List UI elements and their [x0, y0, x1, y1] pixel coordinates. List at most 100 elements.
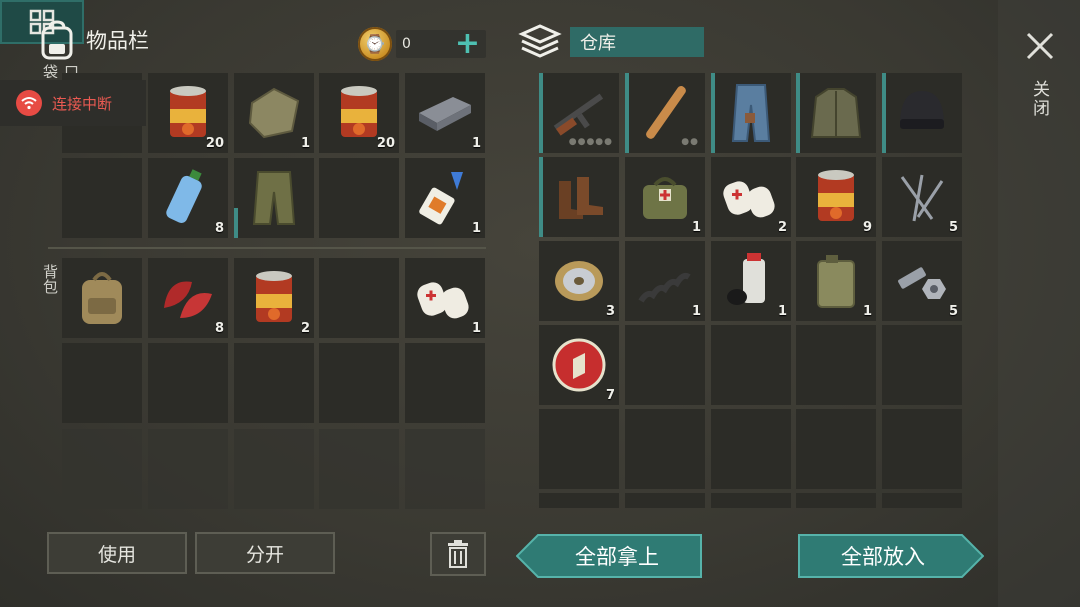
- backpack-slot[interactable]: 1: [405, 258, 485, 338]
- backpack-slot-locked[interactable]: [148, 429, 228, 509]
- warehouse-slot[interactable]: [796, 73, 876, 153]
- backpack-slot[interactable]: [62, 343, 142, 423]
- backpack-slot-locked[interactable]: [62, 429, 142, 509]
- durability-bar: [625, 73, 629, 153]
- split-button[interactable]: 分开: [195, 532, 335, 574]
- bandage-icon: [723, 181, 775, 218]
- glue-icon: [419, 172, 463, 225]
- item-count: 1: [862, 304, 872, 319]
- canned-food-icon: [818, 170, 854, 221]
- warehouse-slot[interactable]: ●●●●●: [539, 73, 619, 153]
- pocket-slot[interactable]: 8: [148, 158, 228, 238]
- warehouse-slot[interactable]: [539, 157, 619, 237]
- coin-count: 0: [402, 36, 411, 52]
- warehouse-slot[interactable]: [625, 493, 705, 508]
- backpack-slot[interactable]: [405, 343, 485, 423]
- pocket-slot[interactable]: 1: [234, 73, 314, 153]
- backpack-icon: [41, 20, 73, 60]
- boots-icon: [559, 177, 603, 219]
- backpack-slot[interactable]: [234, 343, 314, 423]
- pocket-slot[interactable]: [234, 158, 314, 238]
- warehouse-slot[interactable]: 2: [711, 157, 791, 237]
- put-all-button[interactable]: 全部放入: [798, 534, 984, 578]
- warehouse-slot[interactable]: 5: [882, 157, 962, 237]
- take-all-button[interactable]: 全部拿上: [516, 534, 702, 578]
- pocket-slot[interactable]: 1: [405, 158, 485, 238]
- connection-status-text: 连接中断: [52, 94, 113, 113]
- backpack-slot-locked[interactable]: [319, 429, 399, 509]
- pocket-slot[interactable]: 20: [148, 73, 228, 153]
- canned-food-icon: [170, 86, 206, 137]
- durability-bar: [234, 208, 238, 238]
- warehouse-slot[interactable]: 1: [796, 241, 876, 321]
- backpack-slot[interactable]: [148, 343, 228, 423]
- item-count: 2: [777, 220, 787, 235]
- item-count: 5: [948, 220, 958, 235]
- close-label[interactable]: 关闭: [1029, 80, 1052, 118]
- trash-button[interactable]: [430, 532, 486, 576]
- jerrycan-icon: [817, 255, 855, 308]
- warehouse-slot[interactable]: ●●: [625, 73, 705, 153]
- backpack-slot[interactable]: 8: [148, 258, 228, 338]
- warehouse-slot[interactable]: 9: [796, 157, 876, 237]
- warehouse-slot[interactable]: [539, 409, 619, 489]
- use-button[interactable]: 使用: [47, 532, 187, 574]
- warehouse-slot[interactable]: [882, 325, 962, 405]
- pocket-slot[interactable]: 1: [405, 73, 485, 153]
- warehouse-slot[interactable]: [796, 493, 876, 508]
- warehouse-slot[interactable]: 1: [625, 157, 705, 237]
- warehouse-slot[interactable]: 1: [711, 241, 791, 321]
- item-count: 2: [300, 321, 310, 336]
- pocket-slot[interactable]: [319, 158, 399, 238]
- item-count: 1: [471, 321, 481, 336]
- item-count: 7: [605, 388, 615, 403]
- pocket-slot[interactable]: 20: [319, 73, 399, 153]
- item-count: 8: [214, 321, 224, 336]
- put-all-label: 全部放入: [841, 545, 925, 569]
- backpack-slot-locked[interactable]: [405, 429, 485, 509]
- connection-status: 连接中断: [0, 80, 146, 126]
- backpack-slot[interactable]: 2: [234, 258, 314, 338]
- warehouse-slot[interactable]: [711, 493, 791, 508]
- inventory-header: 物品栏: [38, 20, 149, 60]
- warehouse-slot[interactable]: [882, 493, 962, 508]
- trash-icon: [448, 540, 468, 568]
- warehouse-slot[interactable]: [625, 325, 705, 405]
- add-coins-button[interactable]: +: [455, 29, 480, 59]
- warehouse-slot[interactable]: [882, 73, 962, 153]
- warehouse-header: 仓库: [518, 22, 704, 62]
- bottle-cap-icon: [552, 338, 606, 392]
- warehouse-slot[interactable]: 1: [625, 241, 705, 321]
- warehouse-slot[interactable]: [711, 325, 791, 405]
- warehouse-slot[interactable]: [882, 409, 962, 489]
- cloth-rag-icon: [248, 87, 300, 139]
- warehouse-slot[interactable]: [796, 325, 876, 405]
- item-count: 1: [691, 220, 701, 235]
- warehouse-slot[interactable]: [711, 73, 791, 153]
- item-count: 1: [777, 304, 787, 319]
- coin-balance: ⌚ 0 +: [358, 26, 486, 62]
- item-count: 1: [300, 136, 310, 151]
- backpack-icon: [82, 272, 122, 324]
- close-icon[interactable]: [1022, 28, 1058, 64]
- backpack-slot-locked[interactable]: [234, 429, 314, 509]
- warehouse-slot[interactable]: 3: [539, 241, 619, 321]
- durability-bar: [882, 73, 886, 153]
- ammo-dots: ●●●●●: [568, 137, 613, 147]
- warehouse-slot[interactable]: [625, 409, 705, 489]
- warehouse-slot[interactable]: [711, 409, 791, 489]
- warehouse-slot[interactable]: 7: [539, 325, 619, 405]
- warehouse-slot[interactable]: 5: [882, 241, 962, 321]
- pocket-slot[interactable]: [62, 158, 142, 238]
- inventory-title: 物品栏: [86, 29, 149, 53]
- backpack-slot[interactable]: [62, 258, 142, 338]
- spray-paint-icon: [727, 253, 765, 305]
- item-count: 1: [471, 136, 481, 151]
- beanie-icon: [900, 91, 944, 129]
- item-count: 8: [214, 221, 224, 236]
- bolts-icon: [898, 267, 946, 299]
- warehouse-slot[interactable]: [796, 409, 876, 489]
- warehouse-slot[interactable]: [539, 493, 619, 508]
- backpack-slot[interactable]: [319, 258, 399, 338]
- backpack-slot[interactable]: [319, 343, 399, 423]
